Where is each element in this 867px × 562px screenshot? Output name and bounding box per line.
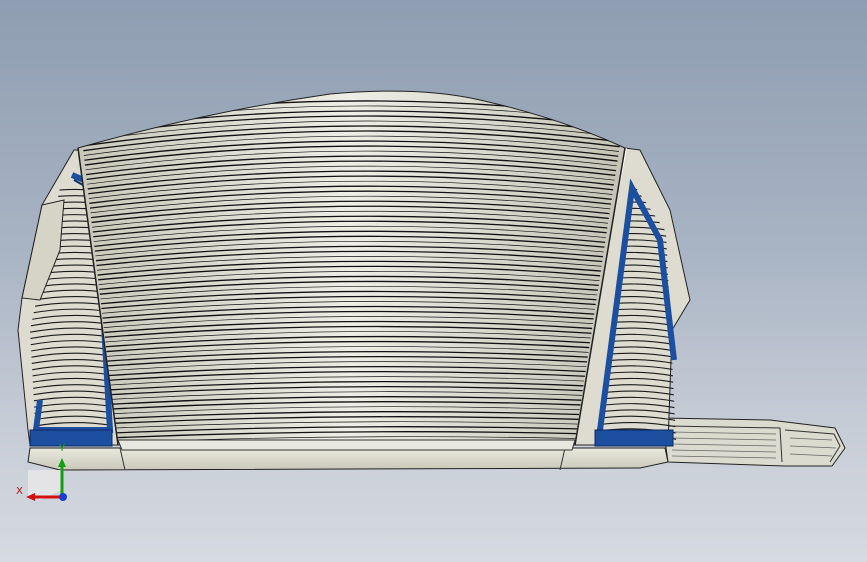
model-base (27, 447, 669, 471)
dome-base-band (117, 439, 576, 451)
dome-body (77, 90, 626, 446)
side-tab (661, 417, 846, 467)
cad-viewport[interactable]: X Y (0, 0, 867, 562)
cad-model-view[interactable] (0, 0, 867, 562)
x-axis-label: X (16, 486, 23, 497)
y-axis-label: Y (59, 443, 66, 454)
z-axis-dot (59, 493, 67, 501)
